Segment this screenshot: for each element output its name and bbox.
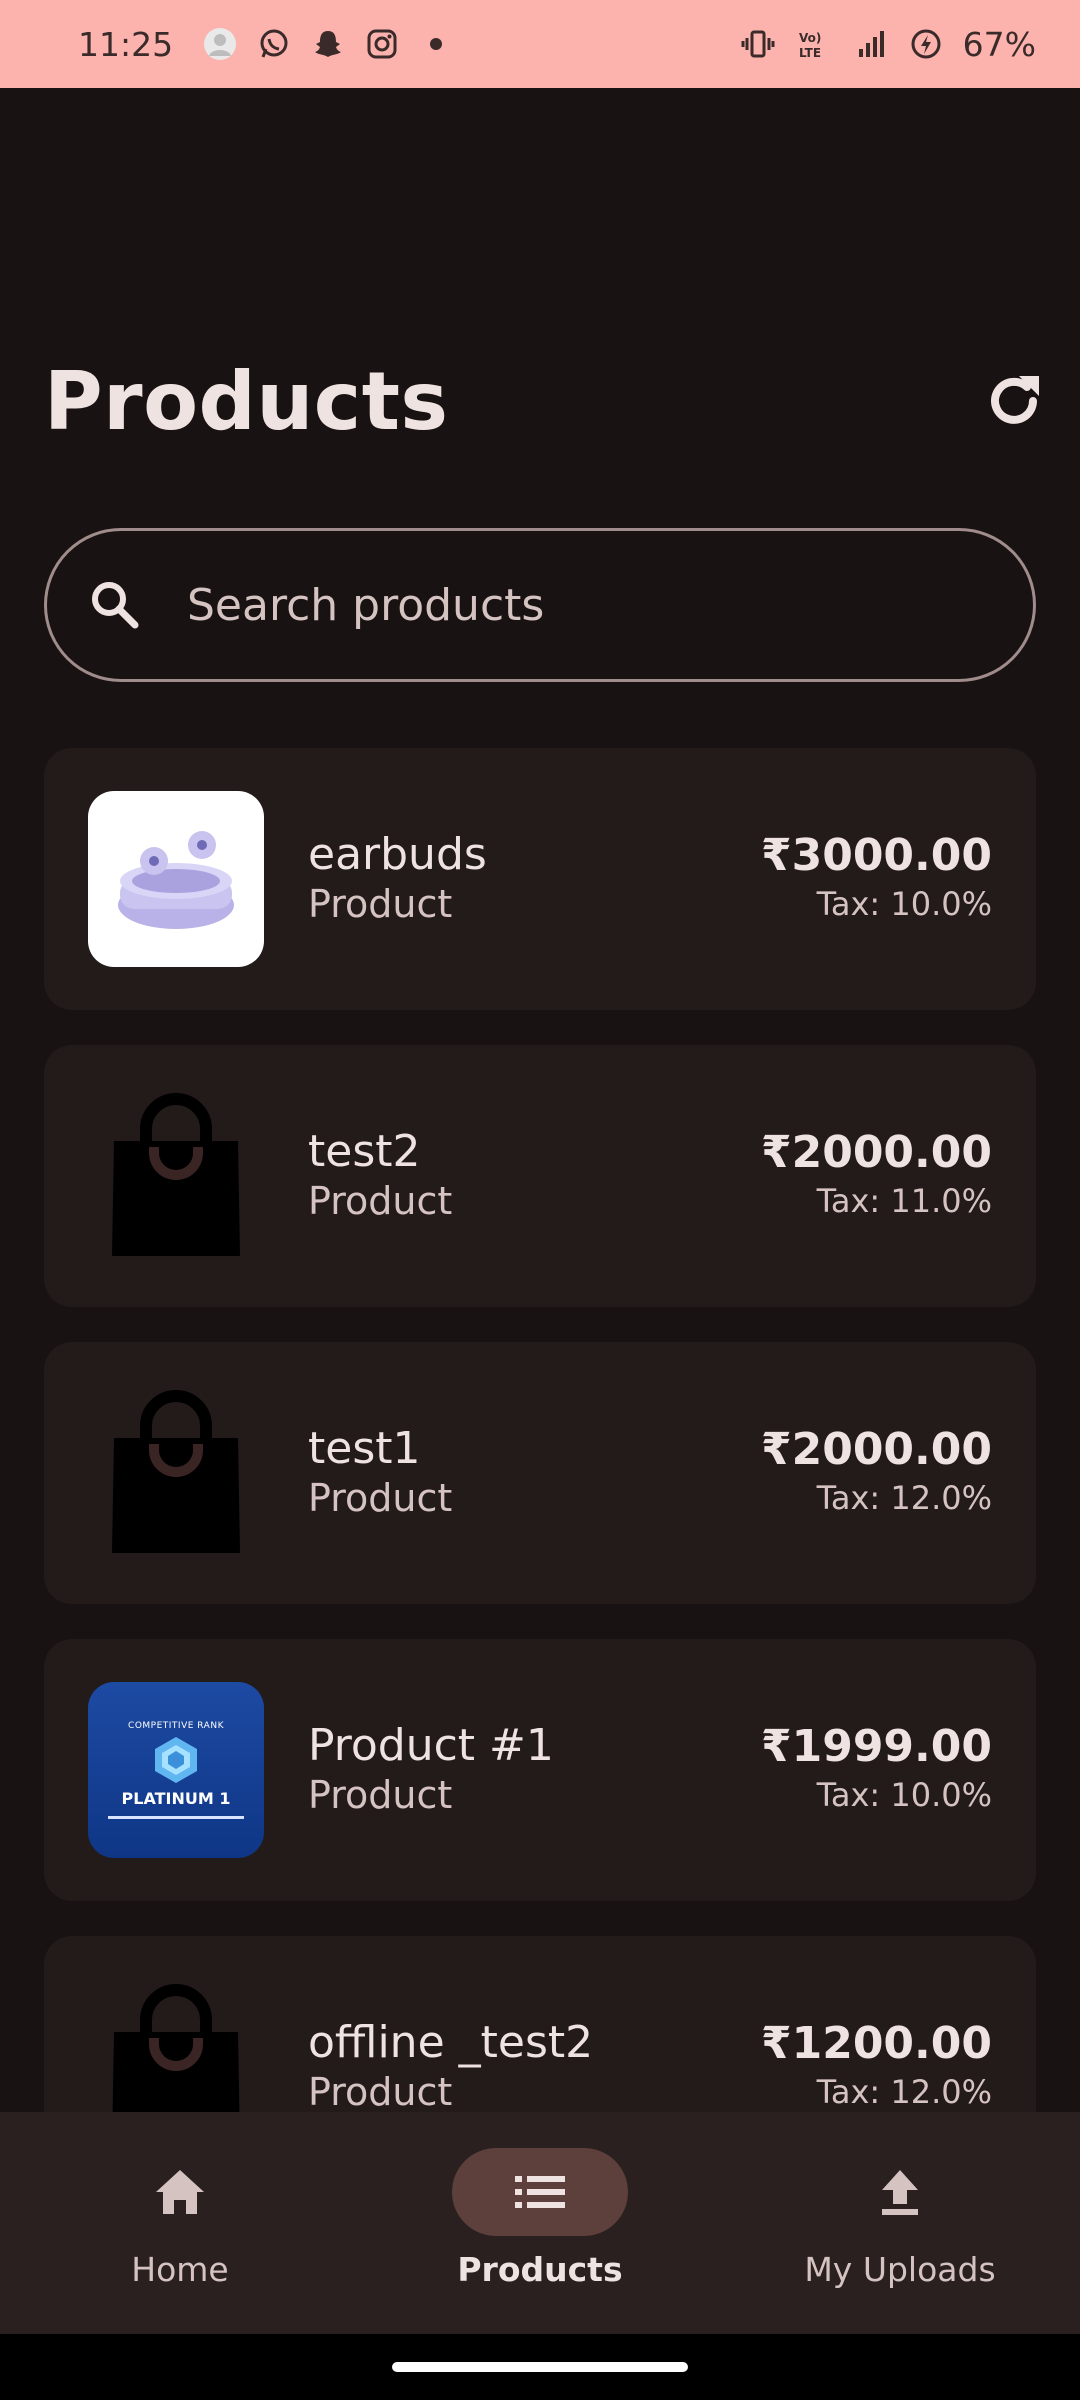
product-info: test1 Product bbox=[308, 1424, 452, 1522]
status-right: Vo) LTE 67% bbox=[741, 25, 1036, 64]
refresh-icon bbox=[991, 376, 1039, 424]
search-input[interactable] bbox=[187, 579, 947, 631]
product-info: Product #1 Product bbox=[308, 1721, 554, 1819]
gesture-navigation-area bbox=[0, 2334, 1080, 2400]
vibrate-icon bbox=[741, 27, 775, 61]
list-icon bbox=[515, 2176, 565, 2208]
product-name: test2 bbox=[308, 1126, 421, 1177]
product-name: offline _test2 bbox=[308, 2017, 594, 2068]
product-price-block: ₹1999.00 Tax: 10.0% bbox=[761, 1722, 992, 1818]
shopping-bag-icon bbox=[88, 1385, 264, 1561]
product-price-block: ₹1200.00 Tax: 12.0% bbox=[761, 2019, 992, 2112]
shopping-bag-icon bbox=[88, 1979, 264, 2112]
product-card[interactable]: COMPETITIVE RANK PLATINUM 1 Product #1 P… bbox=[44, 1639, 1036, 1901]
product-tax: Tax: 10.0% bbox=[816, 1776, 992, 1814]
product-tax: Tax: 12.0% bbox=[816, 1479, 992, 1517]
home-icon bbox=[156, 2170, 204, 2214]
product-type: Product bbox=[308, 2070, 453, 2112]
product-name: earbuds bbox=[308, 829, 487, 880]
image-title: PLATINUM 1 bbox=[121, 1789, 231, 1808]
shopping-bag-icon bbox=[88, 1088, 264, 1264]
battery-saver-icon bbox=[909, 27, 943, 61]
page-title: Products bbox=[44, 355, 449, 448]
home-gesture-handle[interactable] bbox=[392, 2362, 688, 2372]
refresh-button[interactable] bbox=[975, 362, 1053, 440]
product-type: Product bbox=[308, 1476, 453, 1520]
image-divider bbox=[108, 1816, 244, 1819]
nav-icon-container bbox=[92, 2148, 268, 2236]
battery-percent: 67% bbox=[962, 24, 1036, 64]
product-tax: Tax: 10.0% bbox=[816, 885, 992, 923]
product-type: Product bbox=[308, 882, 453, 926]
product-price-block: ₹2000.00 Tax: 11.0% bbox=[761, 1128, 992, 1224]
nav-label-home: Home bbox=[131, 2250, 229, 2289]
product-type: Product bbox=[308, 1179, 453, 1223]
product-tax: Tax: 12.0% bbox=[816, 2073, 992, 2111]
product-card[interactable]: test2 Product ₹2000.00 Tax: 11.0% bbox=[44, 1045, 1036, 1307]
nav-label-products: Products bbox=[457, 2250, 623, 2289]
nav-item-my-uploads[interactable]: My Uploads bbox=[720, 2112, 1080, 2334]
status-left: 11:25 bbox=[78, 25, 453, 64]
image-caption: COMPETITIVE RANK bbox=[128, 1721, 224, 1731]
upload-icon bbox=[882, 2170, 918, 2215]
product-name: Product #1 bbox=[308, 1720, 554, 1771]
product-info: test2 Product bbox=[308, 1127, 452, 1225]
nav-item-products[interactable]: Products bbox=[360, 2112, 720, 2334]
product-name: test1 bbox=[308, 1423, 421, 1474]
status-time: 11:25 bbox=[78, 24, 174, 64]
svg-text:LTE: LTE bbox=[799, 46, 821, 60]
nav-icon-container bbox=[812, 2148, 988, 2236]
product-price-block: ₹3000.00 Tax: 10.0% bbox=[761, 831, 992, 927]
product-info: offline _test2 Product bbox=[308, 2017, 594, 2113]
search-bar[interactable] bbox=[44, 528, 1036, 682]
product-type: Product bbox=[308, 1773, 453, 1817]
snapchat-icon bbox=[311, 27, 345, 61]
product-list: earbuds Product ₹3000.00 Tax: 10.0% test… bbox=[44, 748, 1036, 2112]
avatar-icon bbox=[203, 27, 237, 61]
bottom-navigation: Home Products My Uploads bbox=[0, 2112, 1080, 2334]
dot-icon bbox=[419, 27, 453, 61]
product-image-earbuds bbox=[88, 791, 264, 967]
product-price: ₹1200.00 bbox=[760, 2018, 992, 2069]
product-price: ₹2000.00 bbox=[760, 1424, 992, 1475]
product-price: ₹1999.00 bbox=[760, 1721, 992, 1772]
status-bar: 11:25 Vo) LTE 67% bbox=[0, 0, 1080, 88]
nav-label-my-uploads: My Uploads bbox=[804, 2250, 996, 2289]
signal-icon bbox=[855, 27, 889, 61]
product-price-block: ₹2000.00 Tax: 12.0% bbox=[761, 1425, 992, 1521]
whatsapp-icon bbox=[257, 27, 291, 61]
search-icon bbox=[85, 575, 145, 635]
volte-icon: Vo) LTE bbox=[795, 27, 835, 61]
product-image-platinum: COMPETITIVE RANK PLATINUM 1 bbox=[88, 1682, 264, 1858]
rank-emblem-icon bbox=[155, 1737, 197, 1783]
product-card[interactable]: test1 Product ₹2000.00 Tax: 12.0% bbox=[44, 1342, 1036, 1604]
product-info: earbuds Product bbox=[308, 830, 487, 928]
nav-item-home[interactable]: Home bbox=[0, 2112, 360, 2334]
products-screen: 11:25 Vo) LTE 67% Products Search produc… bbox=[0, 0, 1080, 2400]
product-card[interactable]: earbuds Product ₹3000.00 Tax: 10.0% bbox=[44, 748, 1036, 1010]
instagram-icon bbox=[365, 27, 399, 61]
product-price: ₹2000.00 bbox=[760, 1127, 992, 1178]
product-price: ₹3000.00 bbox=[760, 830, 992, 881]
product-tax: Tax: 11.0% bbox=[816, 1182, 992, 1220]
nav-icon-container bbox=[452, 2148, 628, 2236]
svg-text:Vo): Vo) bbox=[799, 31, 821, 45]
product-card[interactable]: offline _test2 Product ₹1200.00 Tax: 12.… bbox=[44, 1936, 1036, 2112]
